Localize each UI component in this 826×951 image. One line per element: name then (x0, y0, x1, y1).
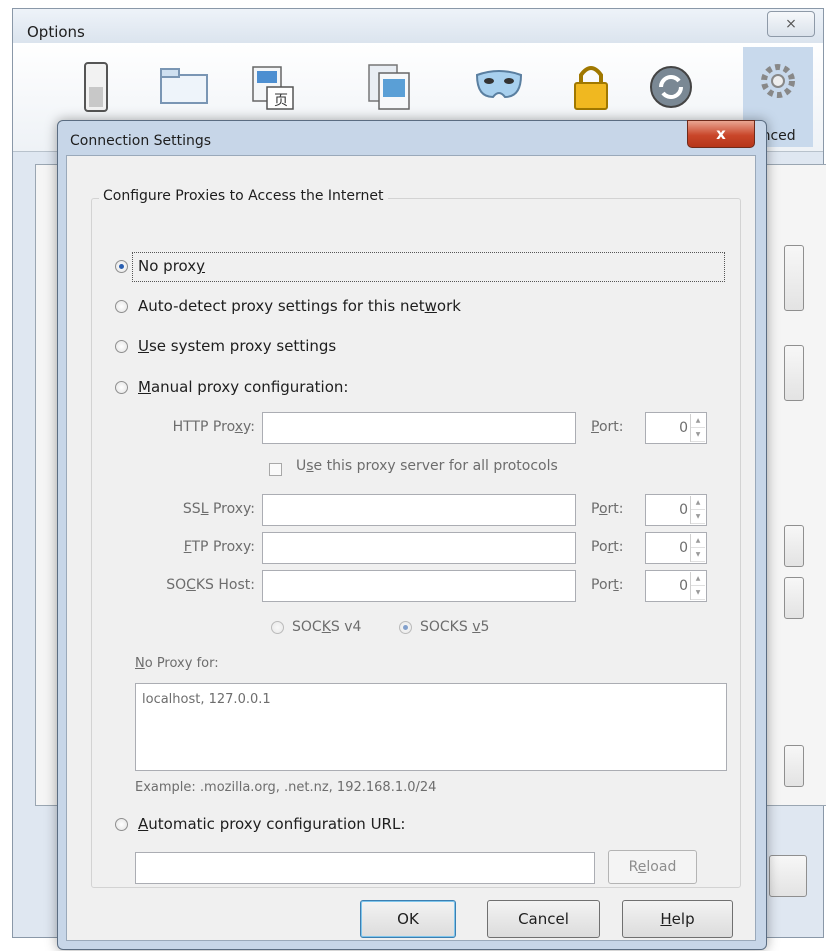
tabs-icon[interactable] (153, 57, 213, 117)
spin-down-icon[interactable]: ▼ (691, 510, 705, 524)
no-proxy-for-textarea[interactable]: localhost, 127.0.0.1 (135, 683, 727, 771)
options-close-button[interactable]: ⨯ (767, 11, 815, 37)
radio-button[interactable] (115, 299, 128, 313)
ftp-proxy-input[interactable] (262, 532, 576, 564)
applications-icon[interactable] (359, 57, 419, 117)
socks-v5-label: SOCKS v5 (420, 619, 490, 635)
radio-auto-config-url-label: Automatic proxy configuration URL: (138, 815, 406, 833)
spin-buttons[interactable]: ▲ ▼ (690, 414, 705, 442)
focus-rectangle (132, 252, 725, 282)
options-titlebar: Options ⨯ (13, 9, 823, 43)
radio-socks-v5[interactable]: SOCKS v5 (399, 619, 489, 635)
socks-port-stepper[interactable]: 0 ▲ ▼ (645, 570, 707, 602)
spin-up-icon[interactable]: ▲ (691, 496, 705, 510)
sync-icon[interactable] (641, 57, 701, 117)
privacy-icon[interactable] (469, 57, 529, 117)
ssl-port-label: Port: (591, 501, 624, 517)
bg-button (784, 525, 804, 567)
spin-buttons[interactable]: ▲ ▼ (690, 572, 705, 600)
radio-button-checked[interactable] (115, 259, 128, 273)
radio-manual-proxy[interactable]: Manual proxy configuration: (115, 378, 348, 396)
ssl-proxy-label: SSL Proxy: (182, 501, 255, 517)
socks-port-label: Port: (591, 577, 624, 593)
spin-down-icon[interactable]: ▼ (691, 428, 705, 442)
spin-up-icon[interactable]: ▲ (691, 572, 705, 586)
dialog-close-button[interactable]: x (687, 120, 755, 148)
cancel-button[interactable]: Cancel (487, 900, 600, 938)
ftp-port-label: Port: (591, 539, 624, 555)
ssl-port-stepper[interactable]: 0 ▲ ▼ (645, 494, 707, 526)
spin-up-icon[interactable]: ▲ (691, 414, 705, 428)
use-for-all-label: Use this proxy server for all protocols (296, 458, 558, 474)
connection-settings-dialog: Connection Settings x Configure Proxies … (57, 120, 767, 950)
bg-button (769, 855, 807, 897)
radio-no-proxy-label: No proxy (138, 257, 206, 275)
http-port-stepper[interactable]: 0 ▲ ▼ (645, 412, 707, 444)
socks-host-label: SOCKS Host: (166, 577, 255, 593)
general-icon[interactable] (65, 57, 125, 117)
radio-manual-proxy-label: Manual proxy configuration: (138, 378, 349, 396)
radio-button[interactable] (115, 817, 128, 831)
radio-auto-config-url[interactable]: Automatic proxy configuration URL: (115, 815, 405, 833)
spin-buttons[interactable]: ▲ ▼ (690, 534, 705, 562)
bg-button (784, 245, 804, 311)
no-proxy-example-text: Example: .mozilla.org, .net.nz, 192.168.… (135, 780, 437, 795)
auto-config-url-input[interactable] (135, 852, 595, 884)
http-port-label: Port: (591, 419, 624, 435)
http-proxy-label: HTTP Proxy: (172, 419, 255, 435)
radio-button[interactable] (115, 339, 128, 353)
options-title: Options (27, 23, 85, 41)
security-icon[interactable] (561, 57, 621, 117)
bg-button (784, 345, 804, 401)
help-button[interactable]: Help (622, 900, 733, 938)
ftp-port-stepper[interactable]: 0 ▲ ▼ (645, 532, 707, 564)
ssl-proxy-input[interactable] (262, 494, 576, 526)
use-for-all-checkbox[interactable] (269, 463, 282, 476)
socks-host-input[interactable] (262, 570, 576, 602)
radio-system-proxy[interactable]: Use system proxy settings (115, 337, 336, 355)
radio-auto-detect-label: Auto-detect proxy settings for this netw… (138, 297, 461, 315)
dialog-title: Connection Settings (70, 133, 212, 149)
radio-button[interactable] (271, 620, 284, 634)
dialog-body: Configure Proxies to Access the Internet… (66, 155, 756, 941)
bg-button (784, 577, 804, 619)
radio-button-checked[interactable] (399, 620, 412, 634)
bg-button (784, 745, 804, 787)
spin-buttons[interactable]: ▲ ▼ (690, 496, 705, 524)
svg-text:页: 页 (274, 93, 288, 109)
radio-auto-detect[interactable]: Auto-detect proxy settings for this netw… (115, 297, 461, 315)
radio-no-proxy[interactable]: No proxy (115, 257, 205, 275)
spin-up-icon[interactable]: ▲ (691, 534, 705, 548)
proxy-group-title: Configure Proxies to Access the Internet (99, 188, 388, 204)
http-proxy-input[interactable] (262, 412, 576, 444)
spin-down-icon[interactable]: ▼ (691, 548, 705, 562)
spin-down-icon[interactable]: ▼ (691, 586, 705, 600)
content-icon[interactable]: 页 (241, 57, 301, 117)
ok-button[interactable]: OK (360, 900, 456, 938)
radio-system-proxy-label: Use system proxy settings (138, 337, 337, 355)
socks-v4-label: SOCKS v4 (292, 619, 362, 635)
no-proxy-for-label: No Proxy for: (135, 656, 219, 671)
ftp-proxy-label: FTP Proxy: (183, 539, 255, 555)
radio-socks-v4[interactable]: SOCKS v4 (271, 619, 361, 635)
radio-button[interactable] (115, 380, 128, 394)
reload-button[interactable]: Reload (608, 850, 697, 884)
